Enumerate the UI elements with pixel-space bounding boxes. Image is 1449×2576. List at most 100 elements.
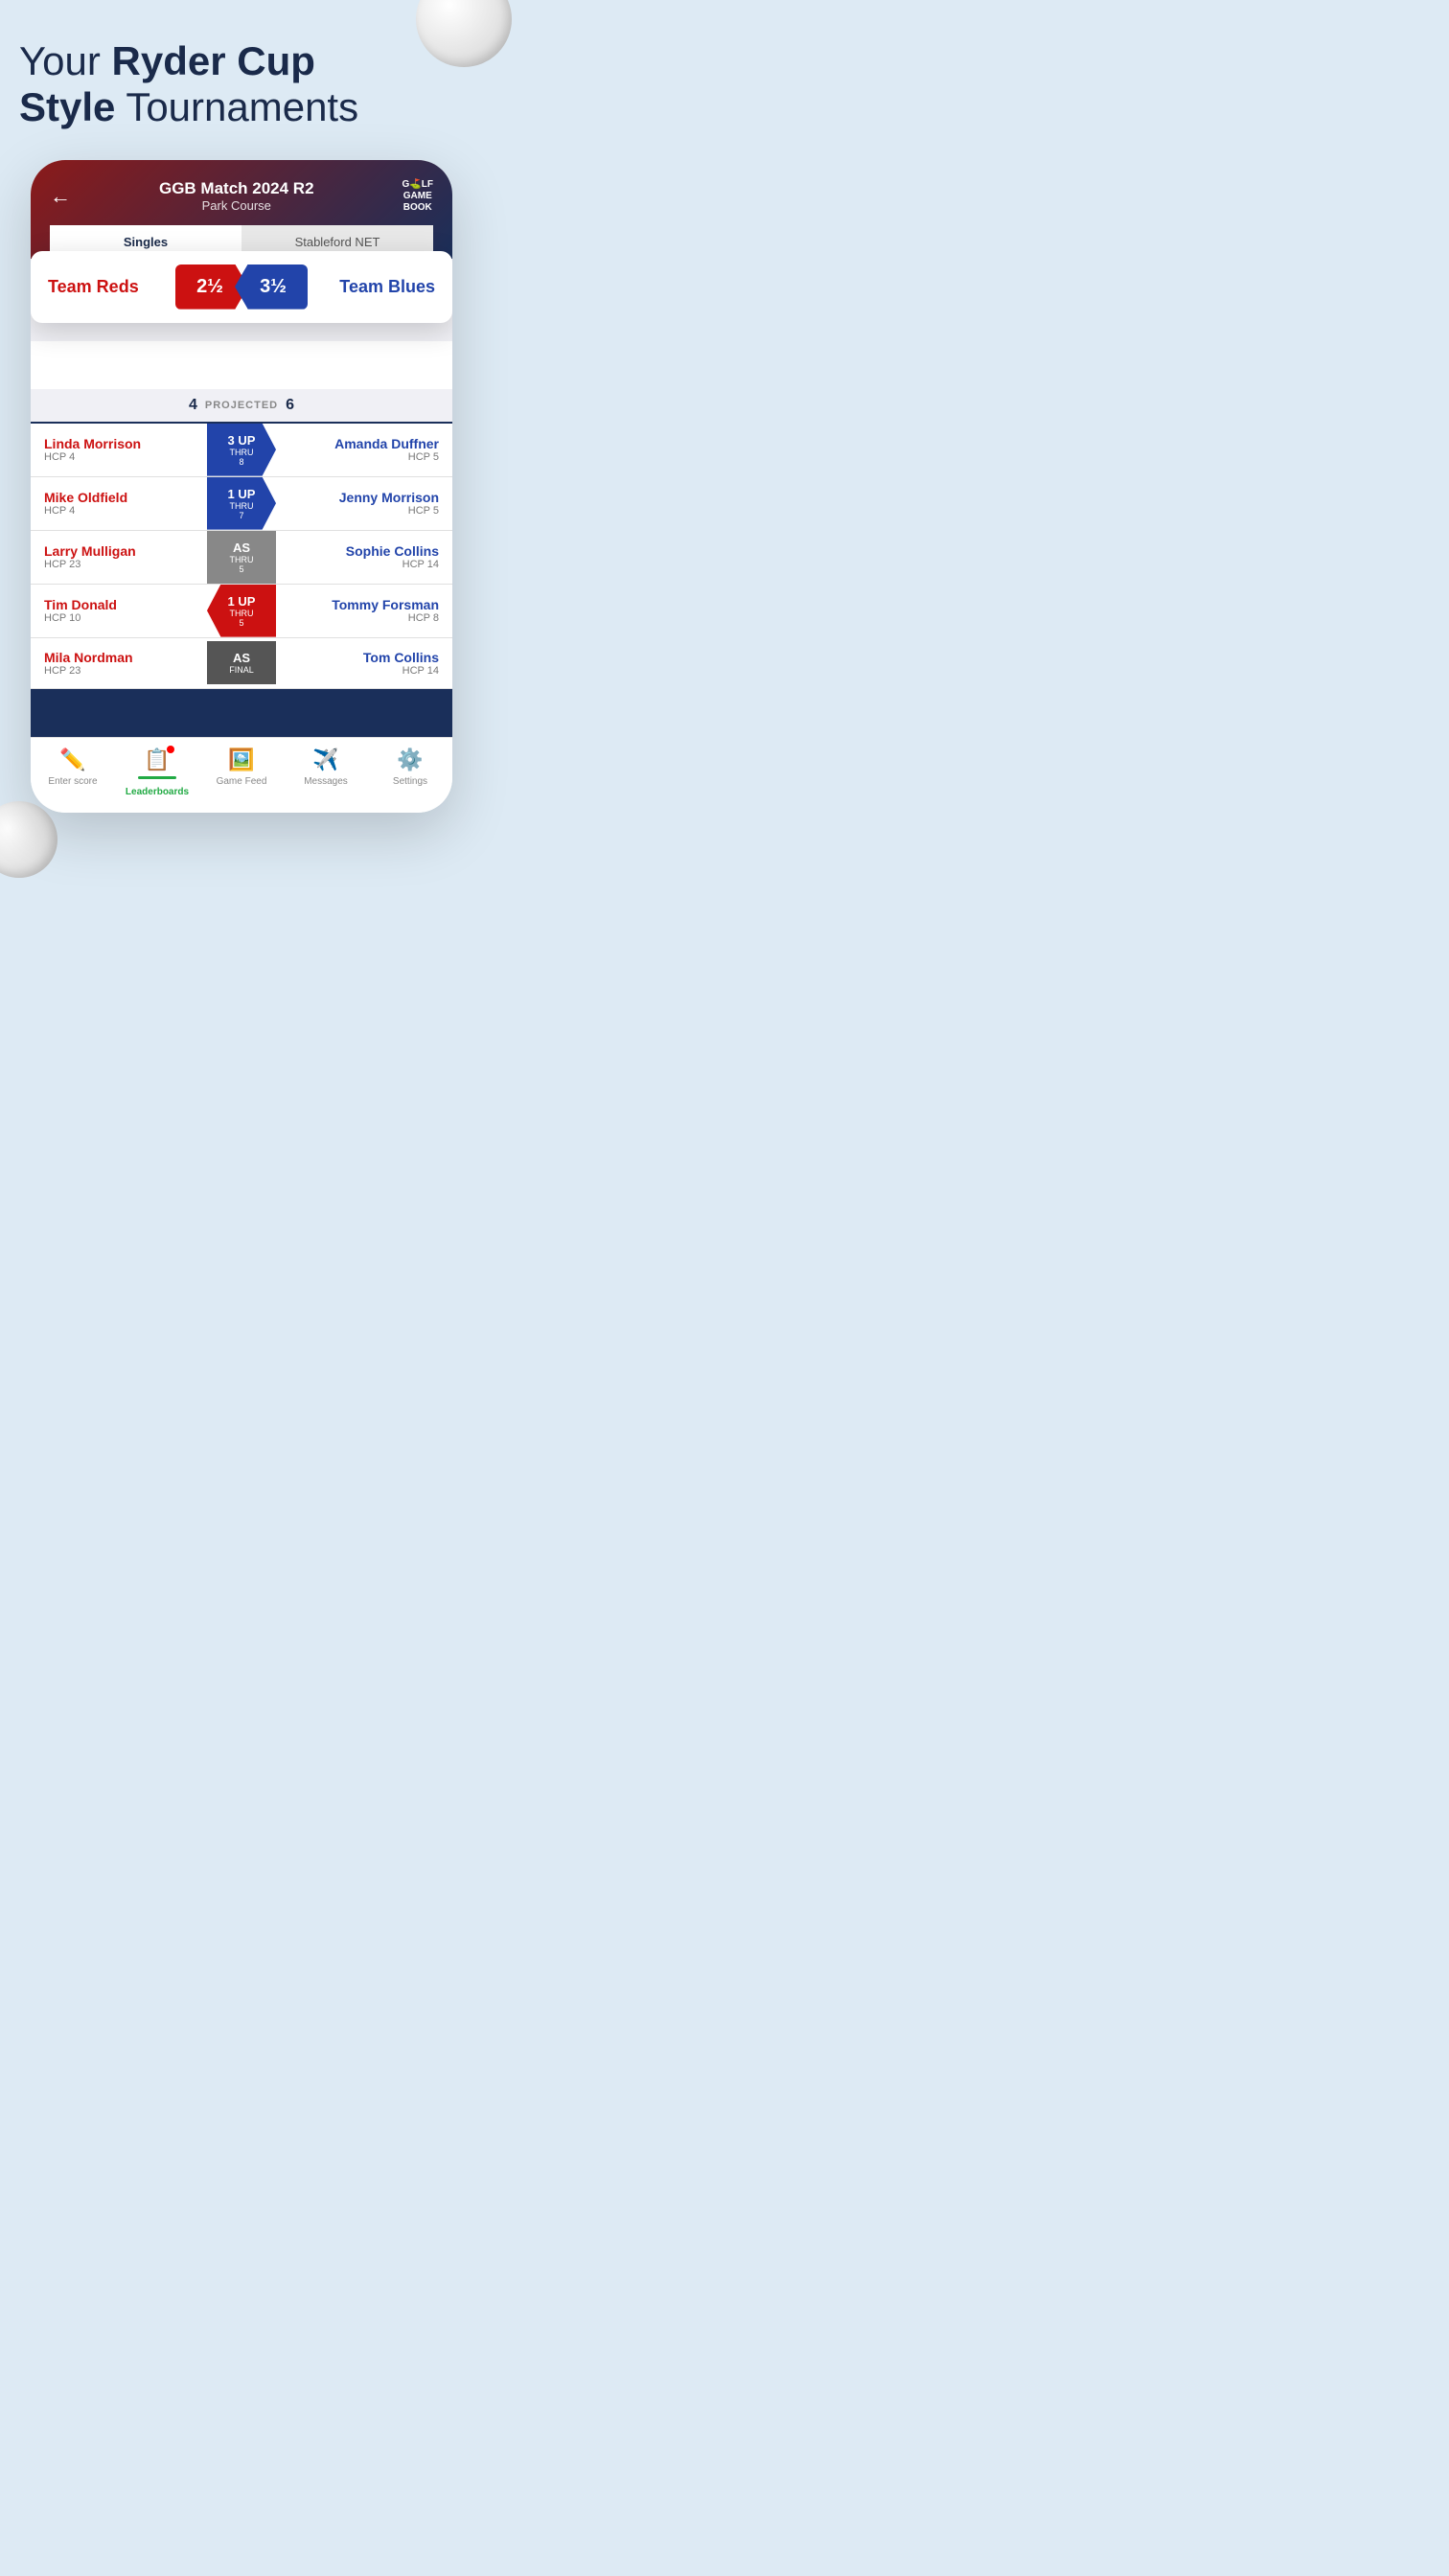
badge-score-1: 1 UP <box>228 487 256 501</box>
player-left-2: Larry Mulligan HCP 23 <box>31 532 207 582</box>
badge-score-2: AS <box>233 540 250 555</box>
left-hcp-4: HCP 23 <box>44 665 194 677</box>
player-right-3: Tommy Forsman HCP 8 <box>276 586 452 635</box>
right-hcp-1: HCP 5 <box>289 505 439 517</box>
nav-bar: ✏️ Enter score 📋 Leaderboards 🖼️ Game Fe… <box>31 737 452 813</box>
left-name-1: Mike Oldfield <box>44 490 194 505</box>
match-badge-0: 3 UP THRU 8 <box>207 424 276 476</box>
badge-hole-3: 5 <box>239 618 243 628</box>
badge-thru-4: FINAL <box>229 665 254 675</box>
left-name-3: Tim Donald <box>44 597 194 612</box>
headline-normal1: Your <box>19 38 112 83</box>
match-badge-2: AS THRU 5 <box>207 531 276 584</box>
projected-row: 4 PROJECTED 6 <box>31 389 452 422</box>
course-name: Park Course <box>159 198 314 213</box>
phone-mockup: ← GGB Match 2024 R2 Park Course G⛳LF GAM… <box>31 160 452 813</box>
match-badge-4: AS FINAL <box>207 641 276 684</box>
phone-header: ← GGB Match 2024 R2 Park Course G⛳LF GAM… <box>31 160 452 259</box>
match-badge-3: 1 UP THRU 5 <box>207 585 276 637</box>
page-wrapper: Your Ryder Cup Style Tournaments ← GGB M… <box>0 0 483 841</box>
right-name-3: Tommy Forsman <box>289 597 439 612</box>
back-button[interactable]: ← <box>50 184 71 209</box>
left-hcp-1: HCP 4 <box>44 505 194 517</box>
right-name-0: Amanda Duffner <box>289 436 439 451</box>
red-score-value: 2½ <box>196 276 223 297</box>
player-left-3: Tim Donald HCP 10 <box>31 586 207 635</box>
proj-label: PROJECTED <box>205 400 278 411</box>
logo-line3: BOOK <box>402 202 433 214</box>
player-left-0: Linda Morrison HCP 4 <box>31 425 207 474</box>
app-logo: G⛳LF GAME BOOK <box>402 179 433 214</box>
score-section: Team Reds 2½ 3½ Team Blues <box>31 259 452 341</box>
nav-messages[interactable]: ✈️ Messages <box>284 748 368 797</box>
right-name-1: Jenny Morrison <box>289 490 439 505</box>
left-hcp-3: HCP 10 <box>44 612 194 624</box>
match-row: Mike Oldfield HCP 4 1 UP THRU 7 Jenny Mo… <box>31 477 452 531</box>
player-right-4: Tom Collins HCP 14 <box>276 638 452 688</box>
badge-score-4: AS <box>233 651 250 665</box>
player-left-1: Mike Oldfield HCP 4 <box>31 478 207 528</box>
left-hcp-0: HCP 4 <box>44 451 194 463</box>
nav-enter-score[interactable]: ✏️ Enter score <box>31 748 115 797</box>
left-name-2: Larry Mulligan <box>44 543 194 559</box>
left-name-0: Linda Morrison <box>44 436 194 451</box>
score-banner: Team Reds 2½ 3½ Team Blues <box>31 251 452 323</box>
badge-score-0: 3 UP <box>228 433 256 448</box>
nav-settings-label: Settings <box>393 776 427 787</box>
page-headline: Your Ryder Cup Style Tournaments <box>19 38 464 131</box>
dark-footer <box>31 689 452 737</box>
leaderboards-badge <box>167 746 174 753</box>
headline-bold2: Style <box>19 84 115 129</box>
header-top-row: ← GGB Match 2024 R2 Park Course G⛳LF GAM… <box>50 179 433 214</box>
nav-game-feed[interactable]: 🖼️ Game Feed <box>199 748 284 797</box>
pencil-icon: ✏️ <box>59 748 85 772</box>
match-info: GGB Match 2024 R2 Park Course <box>159 179 314 213</box>
badge-hole-0: 8 <box>239 457 243 467</box>
logo-line1: G⛳LF <box>402 179 433 191</box>
badge-thru-2: THRU <box>230 555 254 564</box>
player-left-4: Mila Nordman HCP 23 <box>31 638 207 688</box>
nav-settings[interactable]: ⚙️ Settings <box>368 748 452 797</box>
messages-icon: ✈️ <box>312 748 338 772</box>
badge-thru-1: THRU <box>230 501 254 511</box>
logo-line2: GAME <box>402 191 433 202</box>
badge-score-3: 1 UP <box>228 594 256 609</box>
right-name-2: Sophie Collins <box>289 543 439 559</box>
player-right-2: Sophie Collins HCP 14 <box>276 532 452 582</box>
leaderboards-icon-wrapper: 📋 <box>144 748 170 772</box>
team-red-label: Team Reds <box>48 277 168 297</box>
proj-blue-num: 6 <box>286 397 294 414</box>
right-hcp-0: HCP 5 <box>289 451 439 463</box>
nav-messages-label: Messages <box>304 776 348 787</box>
match-list: Linda Morrison HCP 4 3 UP THRU 8 Amanda … <box>31 422 452 689</box>
badge-hole-2: 5 <box>239 564 243 574</box>
nav-leaderboards[interactable]: 📋 Leaderboards <box>115 748 199 797</box>
nav-game-feed-label: Game Feed <box>217 776 267 787</box>
right-name-4: Tom Collins <box>289 650 439 665</box>
match-row: Linda Morrison HCP 4 3 UP THRU 8 Amanda … <box>31 424 452 477</box>
headline-bold1: Ryder Cup <box>112 38 315 83</box>
badge-thru-0: THRU <box>230 448 254 457</box>
active-underline <box>138 776 176 779</box>
match-row: Larry Mulligan HCP 23 AS THRU 5 Sophie C… <box>31 531 452 585</box>
match-row: Tim Donald HCP 10 1 UP THRU 5 Tommy Fors… <box>31 585 452 638</box>
badge-thru-3: THRU <box>230 609 254 618</box>
left-hcp-2: HCP 23 <box>44 559 194 570</box>
nav-leaderboards-label: Leaderboards <box>126 787 189 797</box>
blue-score-value: 3½ <box>260 276 287 297</box>
score-badges-container: 2½ 3½ <box>175 264 308 310</box>
match-row: Mila Nordman HCP 23 AS FINAL Tom Collins… <box>31 638 452 689</box>
nav-enter-score-label: Enter score <box>48 776 97 787</box>
badge-hole-1: 7 <box>239 511 243 520</box>
proj-red-num: 4 <box>189 397 197 414</box>
match-title: GGB Match 2024 R2 <box>159 179 314 198</box>
game-feed-icon: 🖼️ <box>228 748 254 772</box>
blue-score-badge: 3½ <box>235 264 308 310</box>
right-hcp-2: HCP 14 <box>289 559 439 570</box>
right-hcp-4: HCP 14 <box>289 665 439 677</box>
player-right-1: Jenny Morrison HCP 5 <box>276 478 452 528</box>
team-blue-label: Team Blues <box>315 277 435 297</box>
settings-icon: ⚙️ <box>397 748 423 772</box>
headline-normal2: Tournaments <box>126 84 358 129</box>
match-badge-1: 1 UP THRU 7 <box>207 477 276 530</box>
